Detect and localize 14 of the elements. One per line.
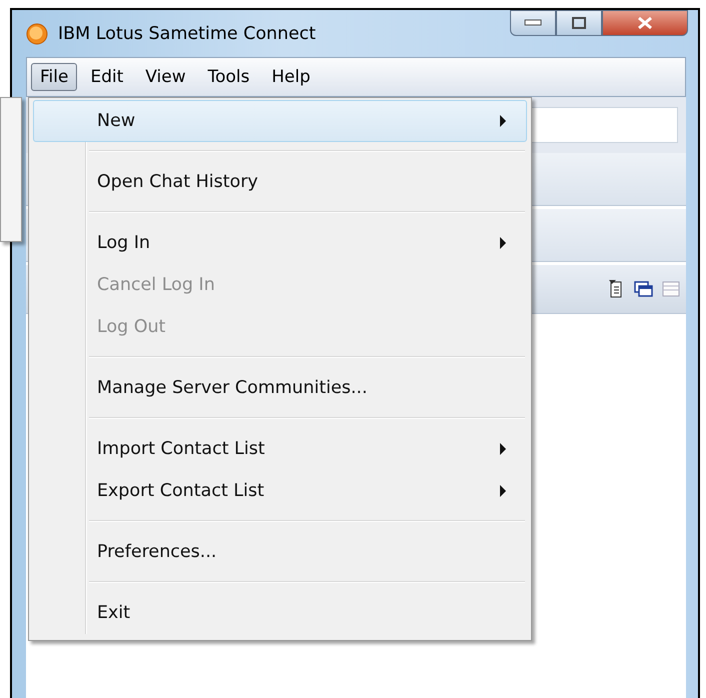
menu-item[interactable]: Export Contact List bbox=[33, 470, 527, 512]
menu-item[interactable]: Manage Server Communities... bbox=[33, 367, 527, 409]
menu-item[interactable]: Import Contact List bbox=[33, 428, 527, 470]
window-title: IBM Lotus Sametime Connect bbox=[58, 24, 316, 44]
menu-item[interactable]: Exit bbox=[33, 592, 527, 634]
menu-item[interactable]: Preferences... bbox=[33, 531, 527, 573]
menu-item[interactable]: Tools bbox=[198, 63, 259, 91]
menu-item[interactable]: View bbox=[136, 63, 195, 91]
menu-item[interactable]: File bbox=[31, 63, 78, 91]
menu-item[interactable]: Open Chat History bbox=[33, 161, 527, 203]
menu-item[interactable]: Log In bbox=[33, 222, 527, 264]
menu-item[interactable]: Help bbox=[262, 63, 320, 91]
menu-item[interactable]: New bbox=[33, 100, 527, 142]
menu-item[interactable]: Edit bbox=[81, 63, 132, 91]
